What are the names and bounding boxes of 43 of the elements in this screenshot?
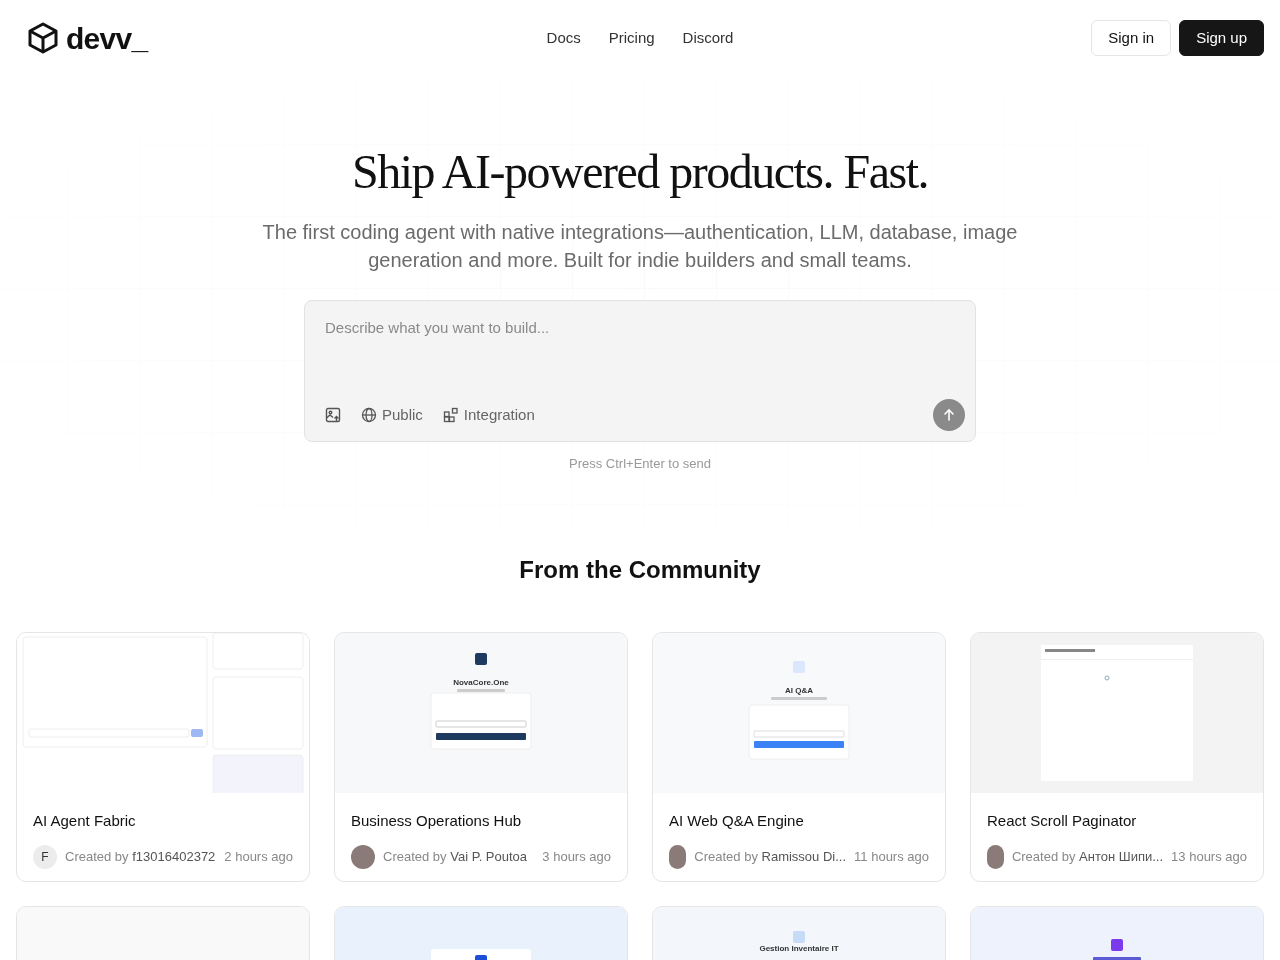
blocks-icon [442, 407, 459, 423]
integration-button[interactable]: Integration [442, 403, 535, 427]
nav-link[interactable]: Docs [546, 26, 581, 50]
time-text: 3 hours ago [542, 847, 611, 866]
visibility-button[interactable]: Public [361, 403, 423, 427]
hero-subtitle: The first coding agent with native integrations—authentication, LLM, database, image generation and more. Built for indie builders and small teams. [261, 220, 1019, 273]
author-text: Created by Ramissou Di... [694, 847, 847, 866]
globe-icon [361, 407, 377, 423]
hero-title: Ship AI-powered products. Fast. [351, 144, 929, 200]
cube-logo-icon [28, 22, 58, 54]
send-hint: Press Ctrl+Enter to send [569, 455, 711, 473]
avatar [351, 844, 375, 869]
author-text: Created by Vai P. Poutoa [383, 847, 529, 866]
avatar [987, 844, 1004, 869]
preview-title: AI Q&A [785, 686, 813, 695]
author-text: Created by f13016402372 [65, 847, 217, 866]
avatar: F [33, 844, 57, 869]
prompt-field[interactable]: Describe what you want to build... Public Integration [304, 300, 976, 442]
logo-text[interactable]: devv_ [66, 15, 148, 61]
project-title: React Scroll Paginator [986, 811, 1138, 831]
time-text: 11 hours ago [854, 847, 929, 866]
preview-title: NovaCore.One [453, 678, 509, 687]
section-title: From the Community [518, 555, 762, 585]
project-card[interactable]: AI Agent Fabric F Created by f13016402372 2 hours ago [16, 632, 310, 882]
send-button[interactable] [933, 399, 965, 431]
time-text: 2 hours ago [224, 847, 293, 866]
project-title: AI Web Q&A Engine [668, 811, 805, 831]
sign-up-button[interactable]: Sign up [1179, 20, 1264, 56]
nav-link[interactable]: Discord [682, 26, 734, 50]
project-card[interactable]: React Scroll Paginator Created by Антон Шипи... 13 hours ago [970, 632, 1264, 882]
project-card[interactable]: AI Q&A AI Web Q&A Engine Created by Ramissou Di... 11 hours ago [652, 632, 946, 882]
arrow-up-icon [942, 408, 956, 422]
time-text: 13 hours ago [1171, 847, 1247, 866]
nav-link[interactable]: Pricing [608, 26, 655, 50]
project-card[interactable]: NovaCore.One Business Operations Hub Created by Vai P. Poutoa 3 hours ago [334, 632, 628, 882]
sign-in-button[interactable]: Sign in [1091, 20, 1172, 56]
project-title: AI Agent Fabric [32, 811, 137, 831]
avatar [669, 844, 687, 869]
author-text: Created by Антон Шипи... [1011, 847, 1164, 866]
preview-title: Gestion Inventaire IT [759, 944, 839, 953]
image-upload-icon [325, 407, 341, 423]
image-upload-button[interactable] [325, 407, 341, 423]
project-title: Business Operations Hub [350, 811, 523, 831]
